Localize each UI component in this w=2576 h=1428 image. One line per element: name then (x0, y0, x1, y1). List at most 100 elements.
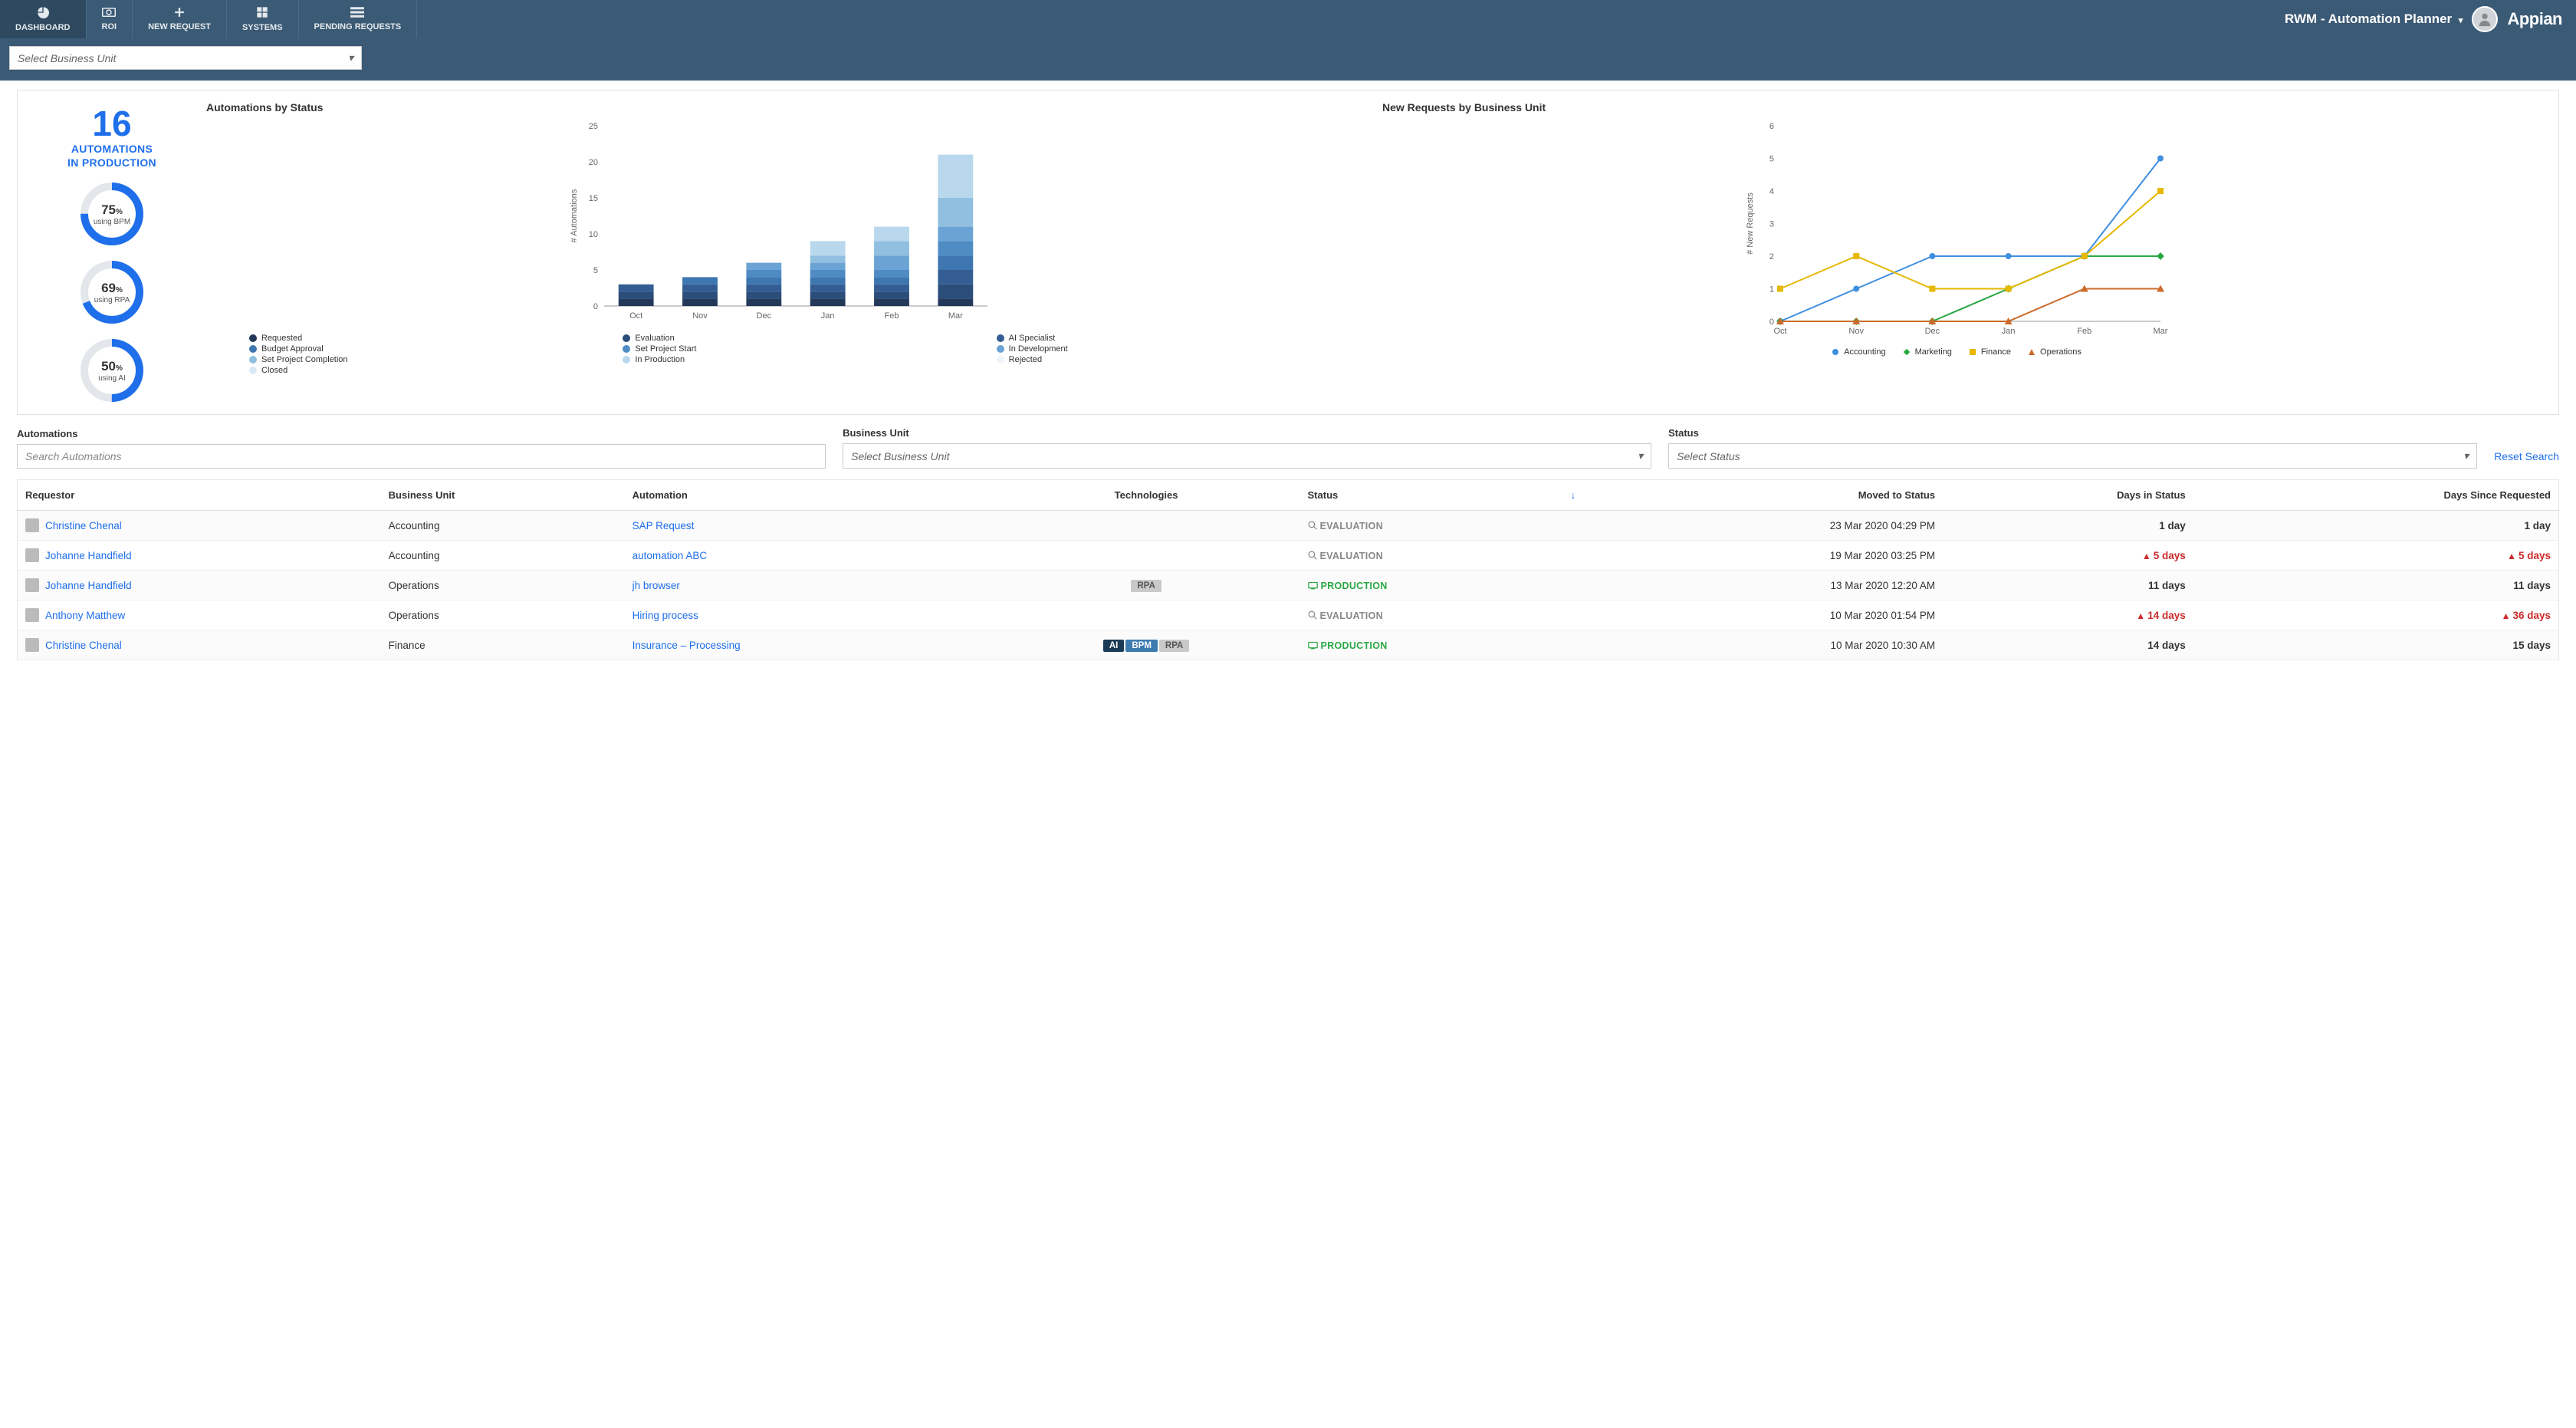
table-row: Anthony Matthew Operations Hiring proces… (18, 600, 2559, 630)
svg-text:Jan: Jan (2002, 327, 2016, 336)
nav-tab-dashboard[interactable]: DASHBOARD (0, 0, 87, 38)
nav-tab-pending-requests[interactable]: PENDING REQUESTS (299, 0, 418, 38)
automation-link[interactable]: Hiring process (632, 610, 698, 621)
warning-icon: ▲ (2507, 551, 2516, 561)
nav-tab-icon (102, 7, 116, 21)
automation-link[interactable]: Insurance – Processing (632, 640, 741, 651)
svg-text:6: 6 (1769, 122, 1774, 131)
status-badge: PRODUCTION (1308, 640, 1388, 651)
donut-sub: using AI (98, 374, 126, 383)
reset-search-link[interactable]: Reset Search (2494, 450, 2559, 469)
svg-text:# New Requests: # New Requests (1746, 192, 1755, 255)
warn-text: ▲14 days (2136, 610, 2185, 621)
legend-item: Rejected (997, 355, 1355, 364)
th-requestor[interactable]: Requestor (18, 480, 381, 511)
requestor-link[interactable]: Johanne Handfield (45, 550, 132, 561)
legend-item: In Development (997, 344, 1355, 354)
nav-tab-icon (350, 7, 364, 21)
nav-tabs: DASHBOARDROI NEW REQUEST SYSTEMS PENDING RE… (0, 0, 417, 38)
tech-cell: AIBPMRPA (993, 630, 1300, 660)
app-title-dropdown[interactable]: RWM - Automation Planner ▾ (2285, 12, 2463, 27)
tech-cell (993, 600, 1300, 630)
svg-text:Nov: Nov (1848, 327, 1864, 336)
brand-logo: Appian (2507, 9, 2562, 29)
table-row: Christine Chenal Accounting SAP Request … (18, 511, 2559, 541)
th-moved[interactable]: Moved to Status (1583, 480, 1943, 511)
legend-item: Budget Approval (249, 344, 607, 354)
svg-text:Feb: Feb (2077, 327, 2091, 336)
status-icon (1308, 640, 1318, 651)
status-icon (1308, 581, 1318, 591)
kpi-number: 16 (92, 106, 131, 141)
status-badge: PRODUCTION (1308, 581, 1388, 591)
th-days-req[interactable]: Days Since Requested (2193, 480, 2559, 511)
th-status[interactable]: Status↓ (1300, 480, 1584, 511)
business-unit-select-top[interactable]: Select Business Unit ▾ (9, 46, 362, 70)
days-text: 14 days (2147, 640, 2186, 651)
nav-tab-label: SYSTEMS (242, 23, 283, 32)
nav-tab-systems[interactable]: SYSTEMS (227, 0, 299, 38)
kpi-label-line1: AUTOMATIONS (71, 143, 153, 155)
days-text: 11 days (2513, 580, 2551, 591)
svg-text:Nov: Nov (692, 311, 708, 321)
legend-item: In Production (623, 355, 981, 364)
moved-cell: 10 Mar 2020 01:54 PM (1583, 600, 1943, 630)
bu-cell: Operations (381, 600, 625, 630)
th-bu[interactable]: Business Unit (381, 480, 625, 511)
legend-item: Closed (249, 366, 607, 375)
status-select[interactable]: Select Status ▾ (1668, 443, 2477, 469)
table-row: Johanne Handfield Operations jh browser … (18, 571, 2559, 600)
nav-tab-new-request[interactable]: NEW REQUEST (133, 0, 227, 38)
line-chart: 0123456# New RequestsOctNovDecJanFebMar (1382, 118, 2531, 341)
legend-item: Set Project Completion (249, 355, 607, 364)
th-days-status[interactable]: Days in Status (1943, 480, 2193, 511)
legend-item: Requested (249, 334, 607, 343)
status-badge: EVALUATION (1308, 551, 1383, 561)
th-tech[interactable]: Technologies (993, 480, 1300, 511)
days-text: 1 day (2159, 520, 2186, 531)
business-unit-select[interactable]: Select Business Unit ▾ (843, 443, 1651, 469)
tech-tag-rpa: RPA (1159, 640, 1189, 652)
person-icon (2476, 11, 2493, 28)
status-icon (1308, 610, 1317, 621)
requestor-avatar (25, 578, 39, 592)
nav-tab-label: NEW REQUEST (148, 22, 211, 31)
automation-link[interactable]: automation ABC (632, 550, 708, 561)
nav-tab-label: PENDING REQUESTS (314, 22, 402, 31)
svg-text:5: 5 (593, 266, 598, 275)
warn-text: ▲5 days (2507, 550, 2551, 561)
warning-icon: ▲ (2502, 610, 2511, 621)
svg-text:Dec: Dec (1925, 327, 1940, 336)
svg-text:0: 0 (1769, 318, 1774, 327)
nav-tab-roi[interactable]: ROI (87, 0, 133, 38)
legend-item: Evaluation (623, 334, 981, 343)
automation-link[interactable]: SAP Request (632, 520, 695, 531)
requestor-link[interactable]: Anthony Matthew (45, 610, 125, 621)
svg-text:0: 0 (593, 302, 598, 311)
automations-table: Requestor Business Unit Automation Techn… (17, 479, 2559, 660)
tech-cell: RPA (993, 571, 1300, 600)
requestor-avatar (25, 608, 39, 622)
search-automations-input[interactable] (17, 444, 826, 469)
user-avatar[interactable] (2472, 6, 2498, 32)
donut-pct: 75% (101, 202, 123, 218)
status-placeholder: Select Status (1677, 450, 1740, 462)
svg-text:Mar: Mar (2154, 327, 2168, 336)
kpi-label-line2: IN PRODUCTION (67, 156, 156, 169)
filter-status-label: Status (1668, 427, 2477, 439)
bu-placeholder: Select Business Unit (851, 450, 949, 462)
requestor-link[interactable]: Johanne Handfield (45, 580, 132, 591)
automation-link[interactable]: jh browser (632, 580, 680, 591)
bu-cell: Finance (381, 630, 625, 660)
line-chart-title: New Requests by Business Unit (1382, 101, 2531, 114)
legend-item: Set Project Start (623, 344, 981, 354)
status-badge: EVALUATION (1308, 521, 1383, 531)
svg-text:4: 4 (1769, 187, 1774, 196)
svg-text:2: 2 (1769, 252, 1774, 262)
requestor-link[interactable]: Christine Chenal (45, 520, 122, 531)
bu-select-placeholder: Select Business Unit (18, 52, 116, 64)
requestor-link[interactable]: Christine Chenal (45, 640, 122, 651)
filter-business-unit: Business Unit Select Business Unit ▾ (843, 427, 1651, 469)
th-automation[interactable]: Automation (625, 480, 993, 511)
legend-item: Finance (1969, 347, 2011, 357)
